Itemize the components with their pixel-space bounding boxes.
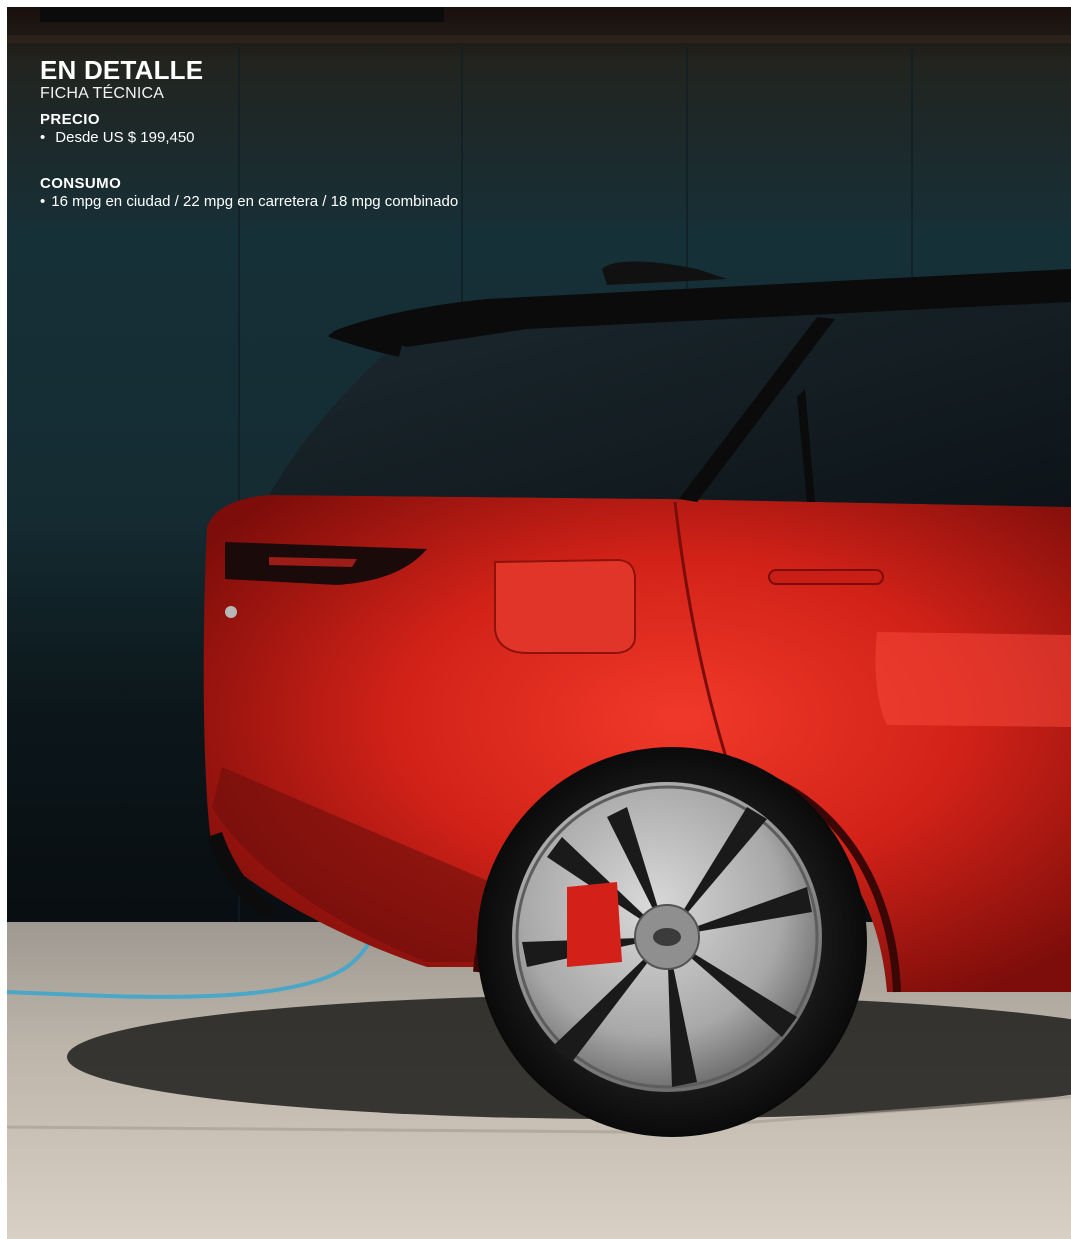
price-label: PRECIO (40, 111, 100, 128)
price-value: Desde US $ 199,450 (55, 129, 195, 146)
spec-panel: EN DETALLE FICHA TÉCNICA PRECIO • Desde U… (40, 55, 640, 211)
consumption-label: CONSUMO (40, 175, 122, 192)
bullet-icon: • (40, 193, 46, 210)
consumption-line: • 16 mpg en ciudad / 22 mpg en carretera … (40, 193, 640, 211)
consumption-value: 16 mpg en ciudad / 22 mpg en carretera /… (51, 193, 459, 210)
magazine-page: EN DETALLE FICHA TÉCNICA PRECIO • Desde U… (7, 7, 1071, 1239)
section-title: EN DETALLE (40, 55, 204, 85)
top-bar (40, 7, 444, 22)
section-subtitle: FICHA TÉCNICA (40, 85, 165, 102)
price-line: • Desde US $ 199,450 (40, 129, 640, 147)
bullet-icon: • (40, 129, 46, 146)
